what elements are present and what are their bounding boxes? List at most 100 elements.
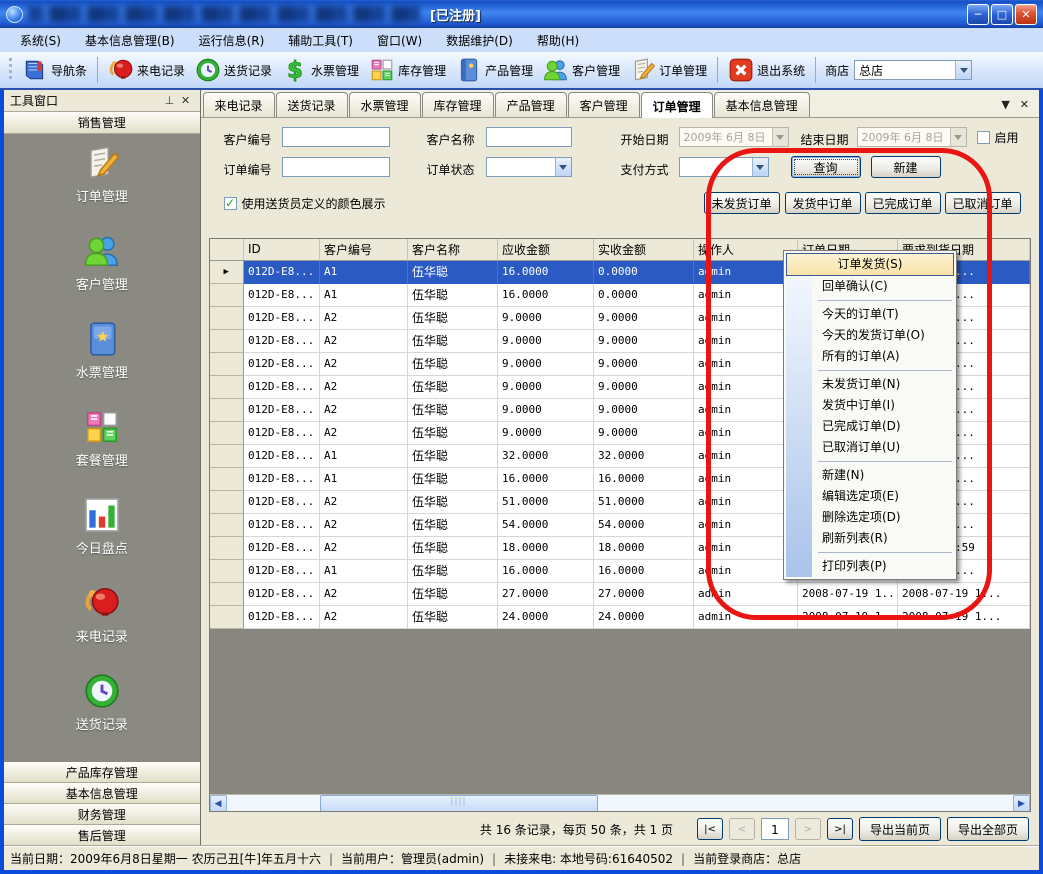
menu-item[interactable]: 运行信息(R) bbox=[187, 29, 277, 52]
column-header[interactable]: 应收金额 bbox=[498, 239, 594, 260]
horizontal-scrollbar[interactable]: ◀ ▶ bbox=[210, 794, 1031, 811]
toolbar-button-bell[interactable]: 来电记录 bbox=[103, 54, 190, 86]
row-selector[interactable] bbox=[210, 329, 244, 352]
row-selector[interactable] bbox=[210, 582, 244, 605]
menu-item[interactable]: 帮助(H) bbox=[525, 29, 591, 52]
table-row[interactable]: 012D-E8...A2伍华聪27.0000 27.0000admin2008-… bbox=[210, 582, 1030, 605]
table-row[interactable]: 012D-E8...A2伍华聪24.0000 24.0000admin2008-… bbox=[210, 605, 1030, 628]
status-filter-button-0[interactable]: 未发货订单 bbox=[704, 192, 780, 214]
row-selector[interactable] bbox=[210, 467, 244, 490]
status-filter-button-3[interactable]: 已取消订单 bbox=[945, 192, 1021, 214]
context-menu-item[interactable]: 未发货订单(N) bbox=[786, 374, 954, 395]
start-date-picker[interactable]: 2009年 6月 8日 bbox=[679, 127, 789, 147]
scroll-left-icon[interactable]: ◀ bbox=[210, 795, 227, 812]
row-selector[interactable] bbox=[210, 398, 244, 421]
tab-送货记录[interactable]: 送货记录 bbox=[276, 92, 348, 117]
column-header[interactable]: 客户名称 bbox=[408, 239, 498, 260]
customer-name-input[interactable] bbox=[486, 127, 572, 147]
next-page-button[interactable]: > bbox=[795, 818, 821, 840]
toolbar-button-book[interactable]: 产品管理 bbox=[451, 54, 538, 86]
payment-select[interactable] bbox=[679, 157, 769, 177]
color-display-checkbox-box[interactable]: ✓ bbox=[224, 197, 237, 210]
sidebar-section-产品库存管理[interactable]: 产品库存管理 bbox=[4, 762, 200, 783]
row-selector[interactable] bbox=[210, 283, 244, 306]
sidebar-section-sales[interactable]: 销售管理 bbox=[4, 112, 200, 134]
first-page-button[interactable]: |< bbox=[697, 818, 723, 840]
tab-基本信息管理[interactable]: 基本信息管理 bbox=[714, 92, 810, 117]
row-selector[interactable] bbox=[210, 559, 244, 582]
tab-水票管理[interactable]: 水票管理 bbox=[349, 92, 421, 117]
sidebar-item-clock[interactable]: 送货记录 bbox=[4, 672, 200, 760]
tab-来电记录[interactable]: 来电记录 bbox=[203, 92, 275, 117]
toolbar-button-navbar[interactable]: 导航条 bbox=[17, 54, 92, 86]
row-selector[interactable] bbox=[210, 513, 244, 536]
end-date-picker[interactable]: 2009年 6月 8日 bbox=[857, 127, 967, 147]
export-current-page-button[interactable]: 导出当前页 bbox=[859, 817, 941, 841]
context-menu-item[interactable]: 编辑选定项(E) bbox=[786, 486, 954, 507]
status-filter-button-1[interactable]: 发货中订单 bbox=[785, 192, 861, 214]
sidebar-close-icon[interactable]: ✕ bbox=[178, 94, 194, 107]
menu-item[interactable]: 系统(S) bbox=[8, 29, 73, 52]
color-display-checkbox[interactable]: ✓ 使用送货员定义的颜色展示 bbox=[224, 195, 386, 212]
sidebar-item-card[interactable]: 水票管理 bbox=[4, 320, 200, 408]
context-menu-item[interactable]: 所有的订单(A) bbox=[786, 346, 954, 367]
context-menu-item[interactable]: 删除选定项(D) bbox=[786, 507, 954, 528]
menu-item[interactable]: 基本信息管理(B) bbox=[73, 29, 187, 52]
context-menu-item[interactable]: 今天的订单(T) bbox=[786, 304, 954, 325]
sidebar-section-基本信息管理[interactable]: 基本信息管理 bbox=[4, 783, 200, 804]
menu-item[interactable]: 辅助工具(T) bbox=[276, 29, 365, 52]
scroll-right-icon[interactable]: ▶ bbox=[1013, 795, 1030, 812]
context-menu-item[interactable]: 打印列表(P) bbox=[786, 556, 954, 577]
sidebar-section-售后管理[interactable]: 售后管理 bbox=[4, 825, 200, 846]
status-filter-button-2[interactable]: 已完成订单 bbox=[865, 192, 941, 214]
context-menu-item[interactable]: 已完成订单(D) bbox=[786, 416, 954, 437]
tab-库存管理[interactable]: 库存管理 bbox=[422, 92, 494, 117]
context-menu-item[interactable]: 回单确认(C) bbox=[786, 276, 954, 297]
context-menu-item[interactable]: 刷新列表(R) bbox=[786, 528, 954, 549]
order-status-arrow-icon[interactable] bbox=[555, 158, 571, 176]
row-selector[interactable] bbox=[210, 375, 244, 398]
sidebar-item-bell[interactable]: 来电记录 bbox=[4, 584, 200, 672]
prev-page-button[interactable]: < bbox=[729, 818, 755, 840]
query-button[interactable]: 查询 bbox=[791, 156, 861, 178]
new-button[interactable]: 新建 bbox=[871, 156, 941, 178]
tab-客户管理[interactable]: 客户管理 bbox=[568, 92, 640, 117]
row-selector[interactable] bbox=[210, 536, 244, 559]
toolbar-button-people[interactable]: 客户管理 bbox=[538, 54, 625, 86]
menu-item[interactable]: 窗口(W) bbox=[365, 29, 434, 52]
row-selector[interactable] bbox=[210, 605, 244, 628]
row-selector[interactable] bbox=[210, 490, 244, 513]
menu-item[interactable]: 数据维护(D) bbox=[434, 29, 525, 52]
scrollbar-thumb[interactable] bbox=[320, 795, 598, 812]
minimize-button[interactable]: ─ bbox=[967, 4, 989, 25]
tab-订单管理[interactable]: 订单管理 bbox=[641, 92, 713, 118]
shop-select[interactable]: 总店 bbox=[854, 60, 972, 80]
pin-icon[interactable]: ⊥ bbox=[162, 94, 178, 107]
toolbar-button-exit[interactable]: 退出系统 bbox=[723, 54, 810, 86]
row-selector[interactable] bbox=[210, 306, 244, 329]
shop-arrow-icon[interactable] bbox=[955, 61, 971, 79]
page-number-input[interactable]: 1 bbox=[761, 818, 789, 840]
sidebar-item-people[interactable]: 客户管理 bbox=[4, 232, 200, 320]
context-menu-item[interactable]: 今天的发货订单(O) bbox=[786, 325, 954, 346]
sidebar-section-财务管理[interactable]: 财务管理 bbox=[4, 804, 200, 825]
tab-list-dropdown-icon[interactable]: ▼ bbox=[1001, 98, 1009, 111]
toolbar-button-grid[interactable]: 库存管理 bbox=[364, 54, 451, 86]
row-selector[interactable] bbox=[210, 421, 244, 444]
sidebar-item-grid[interactable]: 套餐管理 bbox=[4, 408, 200, 496]
column-header[interactable] bbox=[210, 239, 244, 260]
tab-产品管理[interactable]: 产品管理 bbox=[495, 92, 567, 117]
payment-arrow-icon[interactable] bbox=[752, 158, 768, 176]
column-header[interactable]: 操作人 bbox=[694, 239, 798, 260]
toolbar-grip[interactable] bbox=[9, 58, 12, 82]
export-all-pages-button[interactable]: 导出全部页 bbox=[947, 817, 1029, 841]
toolbar-button-clock[interactable]: 送货记录 bbox=[190, 54, 277, 86]
customer-no-input[interactable] bbox=[282, 127, 390, 147]
context-menu-item[interactable]: 新建(N) bbox=[786, 465, 954, 486]
column-header[interactable]: ID bbox=[244, 239, 320, 260]
row-selector[interactable]: ▶ bbox=[210, 260, 244, 283]
context-menu-item[interactable]: 已取消订单(U) bbox=[786, 437, 954, 458]
maximize-button[interactable]: □ bbox=[991, 4, 1013, 25]
toolbar-button-scroll[interactable]: 订单管理 bbox=[625, 54, 712, 86]
context-menu-item[interactable]: 订单发货(S) bbox=[786, 253, 954, 276]
